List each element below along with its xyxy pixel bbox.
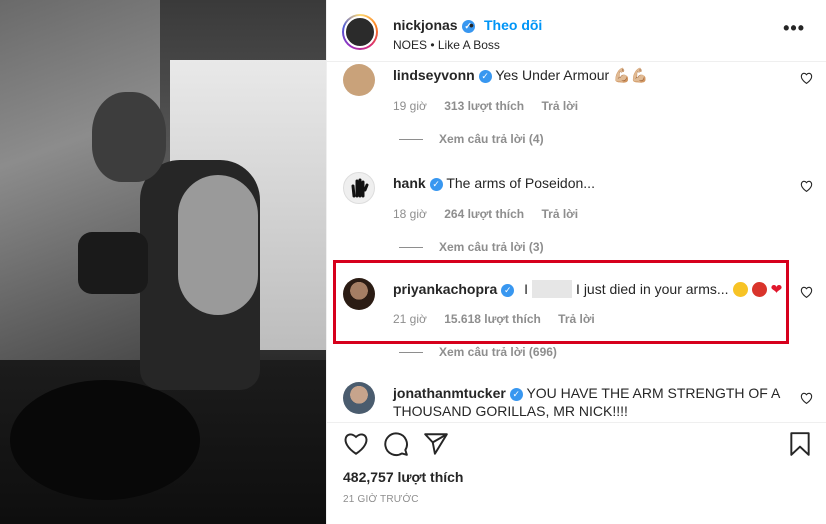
comment-likes[interactable]: 264 lượt thích <box>444 207 524 221</box>
comment-text: priyankachopra ✓ II just died in your arm… <box>393 280 783 298</box>
verified-badge-icon: ✓ <box>429 178 443 191</box>
comment-username[interactable]: jonathanmtucker <box>393 385 506 401</box>
post-panel: nickjonas ✓ • Theo dõi NOES • Like A Boss… <box>326 0 826 524</box>
media-bench <box>10 380 200 500</box>
hand-icon <box>351 178 369 198</box>
reply-button[interactable]: Trả lời <box>558 312 595 326</box>
comment-username[interactable]: priyankachopra <box>393 281 497 297</box>
comment-text: lindseyvonn ✓ Yes Under Armour 💪🏼💪🏼 <box>393 67 648 83</box>
commenter-avatar[interactable] <box>343 278 375 310</box>
media-head <box>92 92 166 182</box>
comment-meta: 18 giờ 264 lượt thích Trả lời <box>393 207 592 221</box>
bookmark-icon[interactable] <box>787 431 813 457</box>
share-icon[interactable] <box>423 431 449 457</box>
comment-likes[interactable]: 313 lượt thích <box>444 99 524 113</box>
comment-time[interactable]: 21 giờ <box>393 312 427 326</box>
comment-username[interactable]: hank <box>393 175 426 191</box>
post-header: nickjonas ✓ • Theo dõi NOES • Like A Boss… <box>327 0 826 62</box>
verified-badge-icon: ✓ <box>478 70 492 83</box>
view-replies-button[interactable]: Xem câu trả lời (696) <box>399 345 557 359</box>
like-heart-icon[interactable] <box>343 431 369 457</box>
heart-icon[interactable] <box>800 72 813 85</box>
commenter-avatar[interactable] <box>343 382 375 414</box>
reply-button[interactable]: Trả lời <box>541 207 578 221</box>
post-likes-count[interactable]: 482,757 lượt thích <box>343 469 463 485</box>
angry-emoji-icon <box>751 282 767 297</box>
comment-icon[interactable] <box>383 431 409 457</box>
heart-icon[interactable] <box>800 392 813 405</box>
comment-username[interactable]: lindseyvonn <box>393 67 475 83</box>
comments-list[interactable]: lindseyvonn ✓ Yes Under Armour 💪🏼💪🏼 19 gi… <box>327 62 826 422</box>
view-replies-button[interactable]: Xem câu trả lời (3) <box>399 240 544 254</box>
comment-text: hank ✓ The arms of Poseidon... <box>393 175 595 191</box>
media-arm <box>178 175 258 315</box>
comment-text-continued: THOUSAND GORILLAS, MR NICK!!!! <box>393 403 628 419</box>
verified-badge-icon: ✓ <box>501 284 515 297</box>
post-actions: 482,757 lượt thích 21 GIỜ TRƯỚC <box>327 422 826 524</box>
comment-time[interactable]: 18 giờ <box>393 207 427 221</box>
comment-meta: 21 giờ 15.618 lượt thích Trả lời <box>393 312 609 326</box>
media-dumbbell <box>78 232 148 294</box>
heart-icon[interactable] <box>800 286 813 299</box>
reply-button[interactable]: Trả lời <box>541 99 578 113</box>
post-audio-subtitle[interactable]: NOES • Like A Boss <box>393 38 500 52</box>
redacted-text <box>532 280 573 298</box>
comment-meta: 19 giờ 313 lượt thích Trả lời <box>393 99 592 113</box>
author-username[interactable]: nickjonas ✓ <box>393 17 475 33</box>
heart-icon[interactable] <box>800 180 813 193</box>
post-timestamp[interactable]: 21 GIỜ TRƯỚC <box>343 494 419 505</box>
follow-button[interactable]: Theo dõi <box>484 17 542 33</box>
author-avatar[interactable] <box>342 14 378 50</box>
verified-badge-icon: ✓ <box>509 388 523 401</box>
commenter-avatar[interactable] <box>343 64 375 96</box>
view-replies-button[interactable]: Xem câu trả lời (4) <box>399 132 544 146</box>
separator-dot: • <box>469 17 474 33</box>
more-icon[interactable]: ••• <box>783 18 805 39</box>
comment-time[interactable]: 19 giờ <box>393 99 427 113</box>
highlight-box <box>333 260 789 344</box>
comment-text: jonathanmtucker ✓ YOU HAVE THE ARM STRENG… <box>393 385 781 401</box>
comment-likes[interactable]: 15.618 lượt thích <box>444 312 541 326</box>
star-struck-emoji-icon <box>732 282 748 297</box>
post-media[interactable] <box>0 0 326 524</box>
red-heart-emoji-icon: ❤ <box>770 281 783 297</box>
